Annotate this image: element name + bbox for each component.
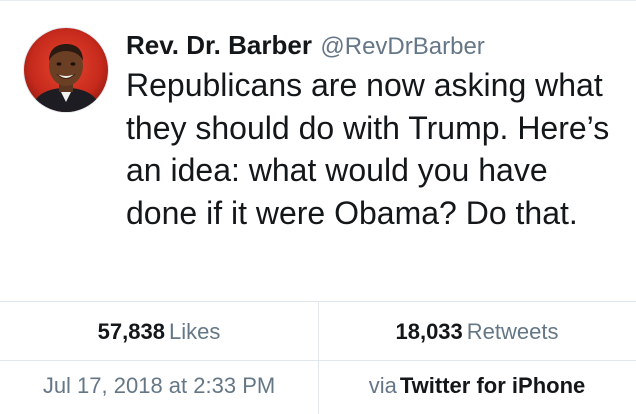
retweets-label: Retweets bbox=[466, 319, 559, 344]
timestamp-text: Jul 17, 2018 at 2:33 PM bbox=[42, 373, 276, 398]
source-app[interactable]: Twitter for iPhone bbox=[400, 373, 585, 398]
top-divider bbox=[0, 0, 636, 1]
author-handle[interactable]: @RevDrBarber bbox=[320, 33, 484, 60]
via-label: via bbox=[368, 373, 397, 398]
source-info: via Twitter for iPhone bbox=[318, 371, 636, 401]
retweets-stat[interactable]: 18,033 Retweets bbox=[318, 318, 636, 346]
likes-label: Likes bbox=[168, 319, 221, 344]
tweet-card: Rev. Dr. Barber @RevDrBarber Republicans… bbox=[0, 0, 636, 414]
avatar[interactable] bbox=[24, 28, 108, 112]
tweet-header: Rev. Dr. Barber @RevDrBarber bbox=[126, 30, 485, 65]
likes-count: 57,838 bbox=[97, 319, 165, 344]
timestamp[interactable]: Jul 17, 2018 at 2:33 PM bbox=[0, 371, 318, 401]
avatar-image bbox=[24, 28, 108, 112]
author-display-name[interactable]: Rev. Dr. Barber bbox=[126, 30, 312, 60]
likes-stat[interactable]: 57,838 Likes bbox=[0, 318, 318, 346]
column-divider bbox=[318, 301, 319, 414]
retweets-count: 18,033 bbox=[395, 319, 463, 344]
tweet-text: Republicans are now asking what they sho… bbox=[126, 67, 610, 231]
